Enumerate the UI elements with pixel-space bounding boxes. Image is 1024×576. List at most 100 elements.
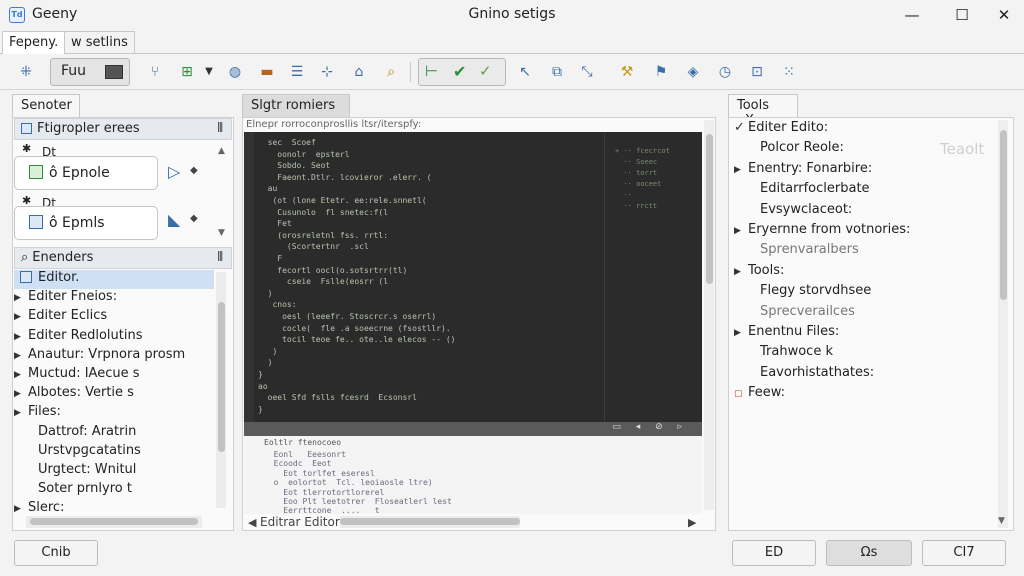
chevron-right-icon[interactable]: ▶ — [734, 328, 748, 338]
tools-item[interactable]: ▶ Enentnu Files: — [734, 324, 839, 343]
tab-editor[interactable]: Slgtr romiers — [242, 94, 350, 118]
branch-icon[interactable]: ⑂ — [144, 62, 166, 82]
scroll-right-icon[interactable]: ▶ — [688, 516, 696, 529]
tools-item[interactable]: ▶ Tools: — [734, 263, 784, 282]
diamond-small-icon[interactable]: ◆ — [190, 213, 198, 224]
tools-scroll-down-icon[interactable]: ▼ — [998, 516, 1005, 526]
tools-scrollbar[interactable] — [998, 120, 1008, 528]
triangle-icon[interactable]: ◣ — [168, 210, 180, 229]
check-outline-icon[interactable]: ✓ — [479, 62, 492, 80]
tree-item[interactable]: Soter prnlyro t — [14, 481, 214, 500]
tree-item[interactable]: ▶ Editer Redlolutins — [14, 328, 214, 347]
tree-item[interactable]: ▶ Files: — [14, 404, 214, 423]
cancel-button[interactable]: Cnib — [14, 540, 98, 566]
tab-senoter[interactable]: Senoter — [12, 94, 80, 118]
pointer-icon[interactable]: ↖ — [514, 62, 536, 82]
tree-hscrollbar[interactable] — [26, 516, 202, 528]
chevron-right-icon[interactable]: ▶ — [14, 389, 28, 399]
copy-icon[interactable]: ⧉ — [546, 62, 568, 82]
layout-icon[interactable]: ⊹ — [316, 62, 338, 82]
scroll-up-icon[interactable]: ▲ — [218, 146, 225, 156]
chevron-down-icon[interactable]: ▼ — [202, 62, 216, 82]
editor-vscrollbar[interactable] — [704, 120, 714, 510]
editor-hscroll-thumb[interactable] — [340, 518, 520, 525]
editor-vscroll-thumb[interactable] — [706, 134, 713, 284]
menu-tab-file[interactable]: Fepeny. — [2, 31, 66, 54]
grid-icon[interactable]: ⁜ — [14, 62, 38, 82]
chevron-right-icon[interactable]: ▶ — [14, 332, 28, 342]
tree-scroll-thumb[interactable] — [218, 302, 225, 452]
check-icon[interactable]: ✓ — [734, 120, 748, 135]
tree-item[interactable]: Urgtect: Wnitul — [14, 462, 214, 481]
tools-item[interactable]: ▶ Enentry: Fonarbire: — [734, 161, 872, 180]
tree-scrollbar[interactable] — [216, 272, 226, 508]
home-icon[interactable]: ⌂ — [348, 62, 370, 82]
chevron-right-icon[interactable]: ▶ — [14, 351, 28, 361]
view-combo[interactable]: Fuu — [50, 58, 130, 86]
tools-item[interactable]: ▶ Eryernne from votnories: — [734, 222, 910, 241]
tree-item[interactable]: Dattrof: Aratrin — [14, 424, 214, 443]
ci7-button[interactable]: CI7 — [922, 540, 1006, 566]
ed-button[interactable]: ED — [732, 540, 816, 566]
tree-item[interactable]: ▶ Anautur: Vrpnora prosm — [14, 347, 214, 366]
tree-item[interactable]: ▶ Albotes: Vertie s — [14, 385, 214, 404]
section-header-1[interactable]: Ftigropler ereеs ⫴ — [14, 118, 232, 140]
ok-button[interactable]: Ωs — [826, 540, 912, 566]
status-icons[interactable]: ▭ ◂ ⊘ ▹ — [612, 422, 688, 432]
diamond-small-icon[interactable]: ◆ — [190, 165, 198, 176]
tree-item[interactable]: Urstvpɡcatatins — [14, 443, 214, 462]
close-button[interactable]: ✕ — [990, 4, 1018, 26]
maximize-button[interactable]: ☐ — [948, 4, 976, 26]
tools-item[interactable]: Eavorhistathates: — [760, 365, 874, 384]
chevron-right-icon[interactable]: ▶ — [14, 312, 28, 322]
minimize-button[interactable]: — — [898, 4, 926, 26]
tools-scroll-thumb[interactable] — [1000, 130, 1007, 300]
globe-icon[interactable]: ◍ — [224, 62, 246, 82]
tools-item[interactable]: Trahwoce k — [760, 344, 833, 363]
folder-icon[interactable]: ▬ — [256, 62, 278, 82]
chevron-right-icon[interactable]: ▶ — [14, 408, 28, 418]
tools-item[interactable]: Evsywclaceot: — [760, 202, 852, 221]
pin-icon[interactable]: ⫴ — [218, 121, 223, 136]
tree-item[interactable]: Editor. — [14, 270, 214, 289]
tree-item[interactable]: ▶ Muctud: IAecue s — [14, 366, 214, 385]
chevron-right-icon[interactable]: ▶ — [14, 504, 28, 514]
tools-item[interactable]: Flegy storvdhsee — [760, 283, 871, 302]
pin-icon[interactable]: ⫴ — [218, 250, 223, 265]
scroll-down-icon[interactable]: ▼ — [218, 228, 225, 238]
chevron-right-icon[interactable]: ▶ — [14, 370, 28, 380]
resize-icon[interactable]: ⤡ — [576, 62, 598, 82]
section-header-2[interactable]: ⌕ Enenders ⫴ — [14, 247, 232, 269]
tools-item[interactable]: Polcor Reole: — [760, 140, 844, 159]
diamond-icon[interactable]: ◈ — [682, 62, 704, 82]
tree-item[interactable]: ▶ Editer Fneios: — [14, 289, 214, 308]
lower-editor[interactable]: Eoltlr ftenocoeo Eonl Eeesonrt Ecoodc Ee… — [244, 436, 702, 514]
chevron-right-icon[interactable]: ▶ — [734, 267, 748, 277]
chevron-right-icon[interactable]: ▶ — [14, 293, 28, 303]
tools-icon[interactable]: ⚒ — [616, 62, 638, 82]
tools-item[interactable]: Editarrfoclerbate — [760, 181, 870, 200]
tools-item[interactable]: ✓ Editer Edito: — [734, 120, 828, 139]
add-node-icon[interactable]: ⊞ — [176, 62, 198, 82]
entry-field-2[interactable]: ô Epmls — [14, 206, 158, 240]
clock-icon[interactable]: ◷ — [714, 62, 736, 82]
code-editor[interactable]: sec Scoef oonolr epsterl Sobdo. Seot Fae… — [244, 132, 702, 422]
search-icon[interactable]: ⌕ — [380, 62, 402, 82]
tools-item[interactable]: ▢ Feew: — [734, 385, 785, 404]
tools-item[interactable]: Sprenvaralbers — [760, 242, 859, 261]
tree-hscroll-thumb[interactable] — [30, 518, 198, 525]
chevron-right-icon[interactable]: ▶ — [734, 226, 748, 236]
step-icon[interactable]: ⊢ — [425, 62, 438, 80]
dots-icon[interactable]: ⁙ — [778, 62, 800, 82]
chevron-right-icon[interactable]: ▶ — [734, 165, 748, 175]
scroll-left-icon[interactable]: ◀ — [248, 516, 256, 529]
list-icon[interactable]: ☰ — [286, 62, 308, 82]
tree-item[interactable]: ▶ Editer Eclics — [14, 308, 214, 327]
entry-field-1[interactable]: ô Epnole — [14, 156, 158, 190]
flag-icon[interactable]: ⚑ — [650, 62, 672, 82]
check-icon[interactable]: ✔ — [453, 62, 466, 81]
play-icon[interactable]: ▷ — [168, 162, 180, 181]
tab-tools[interactable]: Tools X — [728, 94, 798, 128]
tools-item[interactable]: Sprecverailces — [760, 304, 855, 323]
menu-tab-settings[interactable]: w setlins — [64, 31, 135, 54]
